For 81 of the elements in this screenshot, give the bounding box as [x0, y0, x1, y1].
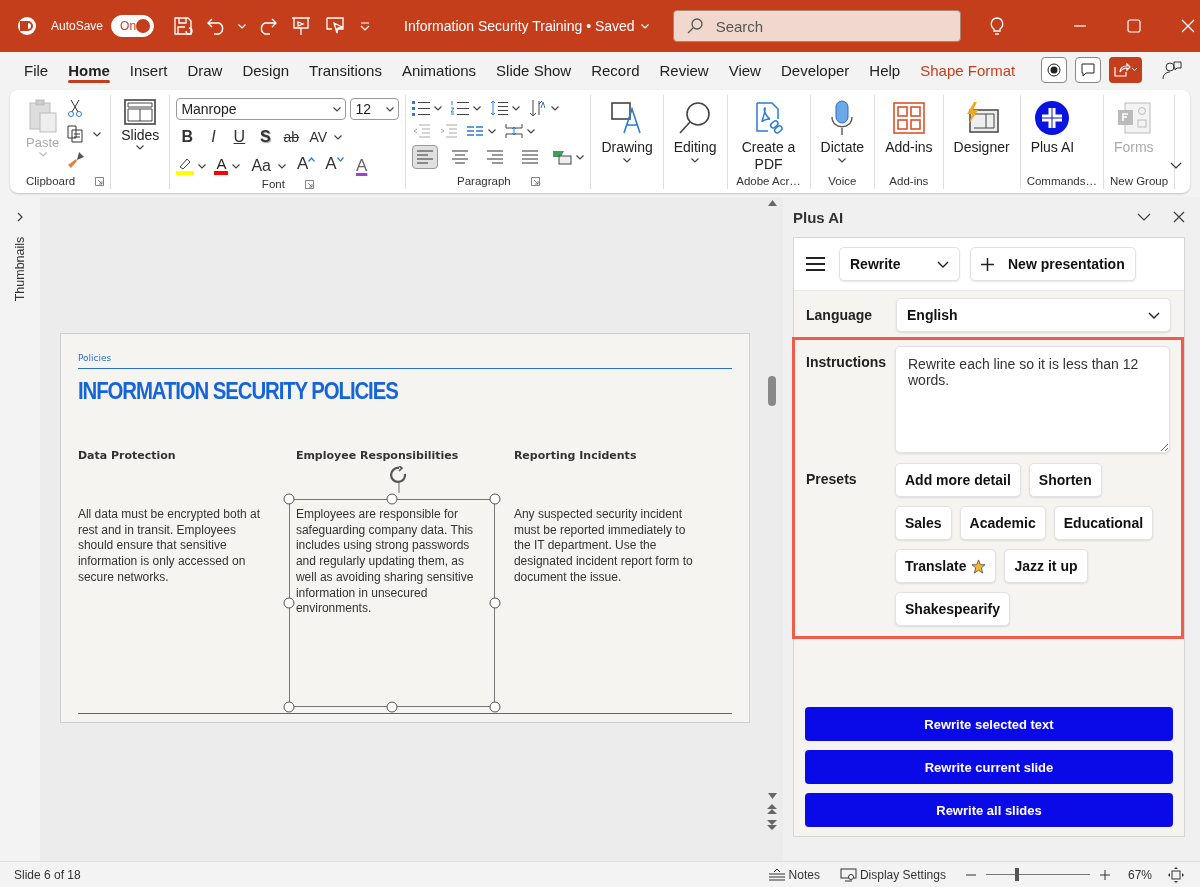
preset-chip[interactable]: Shakespearify: [895, 592, 1010, 626]
action-button[interactable]: Rewrite selected text: [805, 707, 1173, 741]
menu-tab[interactable]: Developer: [770, 55, 860, 85]
menu-tab[interactable]: Shape Format: [910, 55, 1026, 85]
document-title[interactable]: Information Security Training • Saved: [404, 18, 649, 34]
menu-tab[interactable]: Transitions: [299, 55, 392, 85]
ribbon-button[interactable]: Plus AI: [1026, 95, 1079, 156]
group-label: Adobe Acr…: [736, 175, 801, 187]
preset-chip[interactable]: Translate: [895, 549, 997, 583]
action-button[interactable]: Rewrite all slides: [805, 793, 1173, 827]
new-presentation-button[interactable]: New presentation: [970, 247, 1136, 281]
menu-tab[interactable]: Insert: [119, 55, 178, 85]
menu-tab[interactable]: Help: [859, 55, 911, 85]
group-label: Paragraph: [457, 175, 511, 187]
change-case-button[interactable]: Aa: [248, 154, 274, 178]
menu-tab[interactable]: Slide Show: [486, 55, 582, 85]
display-settings-button[interactable]: Display Settings: [839, 867, 946, 882]
font-size-dropdown[interactable]: 12: [350, 98, 400, 120]
preset-chip[interactable]: Shorten: [1028, 463, 1102, 497]
preset-chip[interactable]: Educational: [1053, 506, 1154, 540]
text-box[interactable]: Any suspected security incident must be reported immediately to the IT department. Use the designated incident report form to document the issue.: [500, 493, 719, 713]
format-button[interactable]: I: [202, 125, 225, 149]
preset-chip[interactable]: Jazz it up: [1004, 549, 1088, 583]
clear-formatting-button[interactable]: A: [350, 154, 373, 178]
preset-chip[interactable]: Add more detail: [895, 463, 1021, 497]
field-label: Instructions: [806, 353, 888, 370]
ribbon-button[interactable]: Create a PDF: [733, 95, 804, 173]
format-button[interactable]: B: [176, 125, 199, 149]
body-text: Any suspected security incident must be reported immediately to the IT department. Use the designated incident report form to document the issue.: [513, 507, 694, 586]
preset-chip[interactable]: Sales: [895, 506, 952, 540]
field-label: Language: [806, 307, 874, 323]
notes-button[interactable]: Notes: [767, 867, 820, 882]
format-button[interactable]: AV: [306, 125, 330, 149]
column-heading: Data Protection: [77, 449, 177, 462]
grow-font-button[interactable]: A: [293, 154, 319, 178]
autosave-label: AutoSave: [51, 19, 104, 33]
group-label: Font: [261, 178, 285, 190]
body-text: Employees are responsible for safeguarding company data. This includes using strong passwords and regularly updating them, as well as avoiding sharing sensitive information in unsecured environments.: [295, 507, 475, 617]
ribbon-button[interactable]: Drawing: [597, 95, 657, 163]
field-label: Presets: [806, 470, 858, 487]
body-text: All data must be encrypted both at rest and in transit. Employees should ensure that sensitive information is only accessed on secure networks.: [77, 507, 261, 586]
menu-tab[interactable]: Draw: [177, 55, 233, 85]
font-family-dropdown[interactable]: Manrope: [176, 98, 347, 120]
slides-button[interactable]: Slides: [117, 95, 164, 150]
shrink-font-button[interactable]: A: [322, 154, 347, 178]
column-heading: Employee Responsibilities: [295, 449, 460, 462]
menu-tab[interactable]: Animations: [391, 55, 487, 85]
zoom-level[interactable]: 67%: [1127, 867, 1152, 882]
group-label: Voice: [828, 175, 857, 187]
preset-chip[interactable]: Academic: [959, 506, 1046, 540]
action-button[interactable]: Rewrite current slide: [805, 750, 1173, 784]
pane-title: Plus AI: [793, 208, 844, 226]
search-field[interactable]: Search: [672, 10, 961, 42]
ribbon-button[interactable]: Add-ins: [881, 95, 937, 156]
format-button[interactable]: ab: [280, 125, 303, 149]
column-heading: Reporting Incidents: [513, 449, 638, 462]
mode-dropdown[interactable]: Rewrite: [839, 247, 960, 281]
language-dropdown[interactable]: English: [896, 298, 1171, 332]
instructions-field[interactable]: Rewrite each line so it is less than 12 words.: [895, 346, 1170, 453]
slide-counter: Slide 6 of 18: [14, 867, 81, 882]
autosave-toggle[interactable]: On: [111, 15, 155, 37]
menu-tab[interactable]: Design: [232, 55, 300, 85]
format-button[interactable]: S: [254, 125, 277, 149]
ribbon-button[interactable]: Dictate: [816, 95, 869, 163]
thumbnails-label[interactable]: Thumbnails: [12, 236, 27, 302]
menu-tab[interactable]: Record: [581, 55, 650, 85]
menu-tab[interactable]: File: [14, 55, 59, 85]
group-label: Clipboard: [26, 175, 76, 187]
text-box[interactable]: All data must be encrypted both at rest and in transit. Employees should ensure that sensitive information is only accessed on secure networks.: [64, 493, 283, 713]
group-label: Add-ins: [889, 175, 929, 187]
slide-title: INFORMATION SECURITY POLICIES: [77, 377, 399, 405]
font-color-button[interactable]: A: [214, 157, 229, 175]
group-label: New Group: [1109, 175, 1169, 187]
slide-kicker: Policies: [77, 353, 113, 363]
group-label: Commands…: [1026, 175, 1097, 187]
menu-tab[interactable]: View: [718, 55, 771, 85]
menu-tab[interactable]: Home: [58, 55, 120, 85]
format-button[interactable]: U: [228, 125, 251, 149]
ribbon-button[interactable]: Editing: [669, 95, 721, 163]
ribbon-button[interactable]: Designer: [949, 95, 1014, 156]
menu-tab[interactable]: Review: [649, 55, 719, 85]
